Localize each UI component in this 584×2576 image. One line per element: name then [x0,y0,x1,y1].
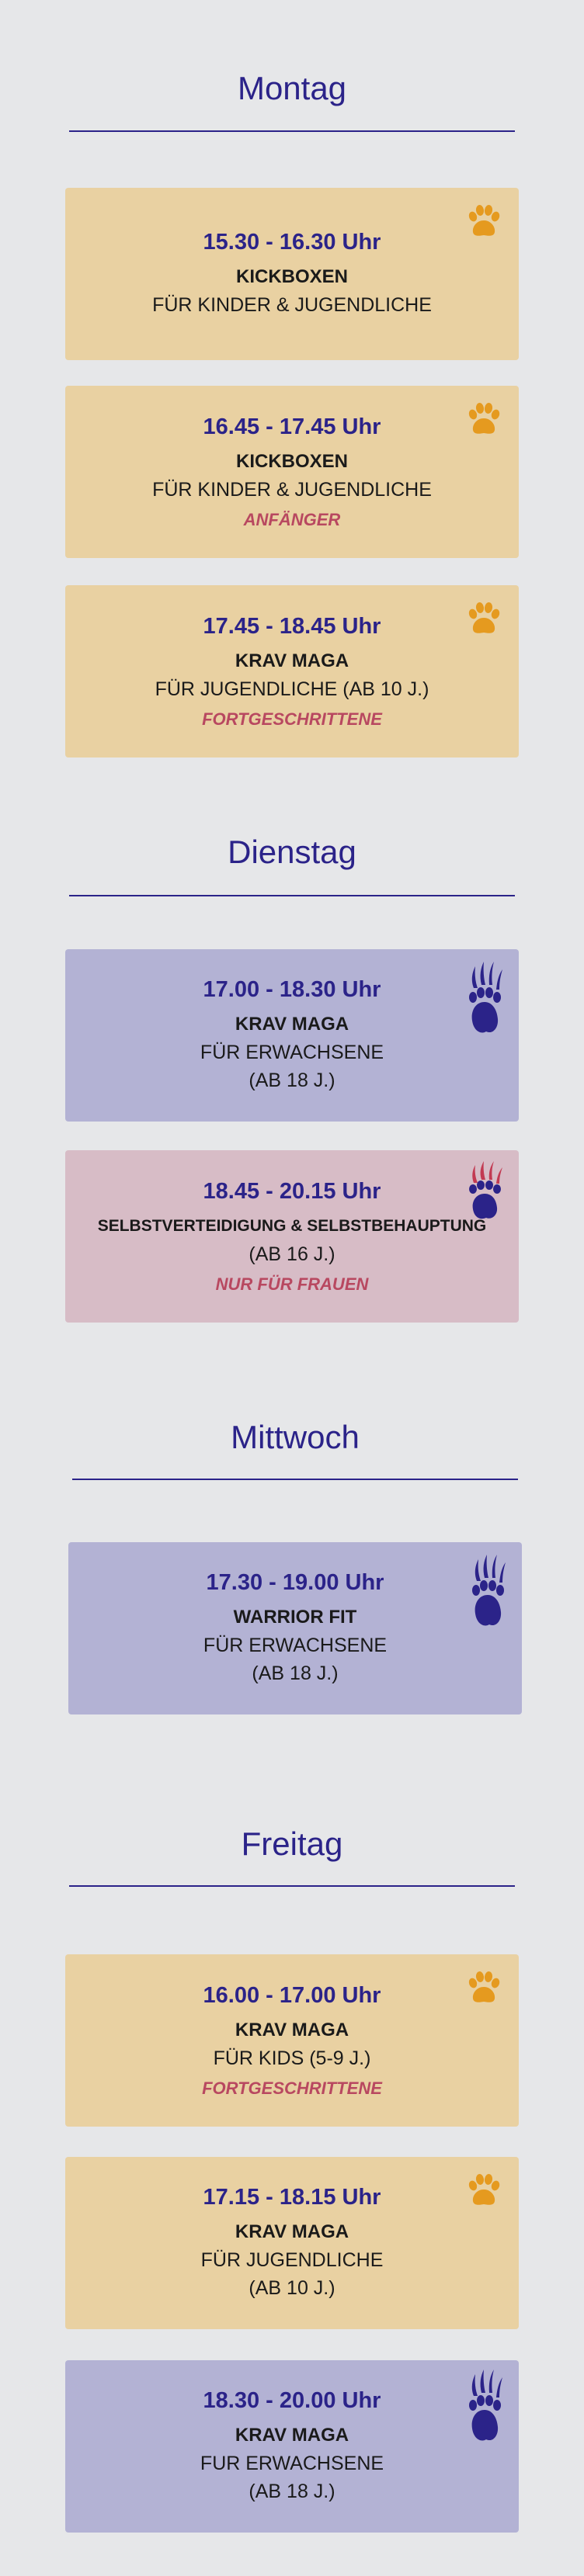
class-audience: FÜR KINDER & JUGENDLICHE [152,478,432,501]
class-audience: (AB 16 J.) [249,1243,335,1265]
class-time: 17.15 - 18.15 Uhr [203,2184,381,2210]
class-audience: (AB 18 J.) [249,1069,335,1091]
class-card[interactable]: 16.00 - 17.00 Uhr KRAV MAGA FÜR KIDS (5-… [65,1954,519,2127]
class-card[interactable]: 18.45 - 20.15 Uhr SELBSTVERTEIDIGUNG & S… [65,1150,519,1323]
day-heading-dienstag: Dienstag [228,834,356,870]
day-heading-freitag: Freitag [241,1825,343,1862]
class-card[interactable]: 18.30 - 20.00 Uhr KRAV MAGA FUR ERWACHSE… [65,2360,519,2533]
class-level: ANFÄNGER [243,509,341,529]
class-card[interactable]: 17.45 - 18.45 Uhr KRAV MAGA FÜR JUGENDLI… [65,585,519,758]
class-audience: FÜR ERWACHSENE [200,1041,384,1063]
class-audience: FUR ERWACHSENE [200,2452,384,2474]
class-audience: (AB 18 J.) [252,1662,339,1684]
class-title: KRAV MAGA [235,650,349,671]
class-audience: FÜR JUGENDLICHE (AB 10 J.) [155,678,429,700]
class-audience: FÜR KINDER & JUGENDLICHE [152,293,432,316]
class-title: WARRIOR FIT [233,1606,357,1628]
class-title: KICKBOXEN [235,450,348,472]
class-title: KRAV MAGA [235,1013,349,1035]
class-card[interactable]: 15.30 - 16.30 Uhr KICKBOXEN FÜR KINDER &… [65,188,519,360]
class-time: 18.45 - 20.15 Uhr [203,1178,381,1204]
class-title: KICKBOXEN [235,265,348,287]
class-audience: FÜR JUGENDLICHE [200,2248,384,2271]
day-heading-mittwoch: Mittwoch [231,1419,360,1455]
divider [69,130,515,132]
class-level: FORTGESCHRITTENE [202,709,382,729]
claw-paw-icon [469,1161,502,1219]
day-heading-montag: Montag [237,70,347,106]
paw-icon [468,2174,500,2205]
class-card[interactable]: 16.45 - 17.45 Uhr KICKBOXEN FÜR KINDER &… [65,386,519,558]
class-time: 17.30 - 19.00 Uhr [206,1569,384,1595]
class-time: 16.00 - 17.00 Uhr [203,1982,381,2008]
class-card[interactable]: 17.15 - 18.15 Uhr KRAV MAGA FÜR JUGENDLI… [65,2157,519,2329]
class-title: KRAV MAGA [235,2424,349,2446]
class-card[interactable]: 17.00 - 18.30 Uhr KRAV MAGA FÜR ERWACHSE… [65,949,519,1122]
paw-icon [468,1971,500,2002]
class-time: 18.30 - 20.00 Uhr [203,2387,381,2413]
class-title: KRAV MAGA [235,2221,349,2242]
class-time: 17.45 - 18.45 Uhr [203,613,381,639]
class-time: 17.00 - 18.30 Uhr [203,976,381,1002]
class-time: 16.45 - 17.45 Uhr [203,414,381,439]
paw-icon [468,205,500,236]
class-audience: (AB 10 J.) [249,2276,335,2299]
divider [69,895,515,896]
divider [72,1479,518,1480]
class-level: FORTGESCHRITTENE [202,2078,382,2098]
paw-icon [468,602,500,633]
divider [69,1885,515,1887]
class-level: NUR FÜR FRAUEN [215,1274,369,1294]
class-audience: FÜR ERWACHSENE [203,1634,388,1656]
claw-paw-icon [472,1555,506,1626]
paw-icon [468,403,500,434]
class-card[interactable]: 17.30 - 19.00 Uhr WARRIOR FIT FÜR ERWACH… [68,1542,522,1714]
claw-paw-icon [469,2370,502,2441]
class-audience: FÜR KIDS (5-9 J.) [213,2047,371,2069]
class-time: 15.30 - 16.30 Uhr [203,229,381,255]
claw-paw-icon [469,962,502,1033]
class-audience: (AB 18 J.) [249,2480,335,2502]
class-title: KRAV MAGA [235,2019,349,2040]
class-title: SELBSTVERTEIDIGUNG & SELBSTBEHAUPTUNG [97,1216,487,1235]
